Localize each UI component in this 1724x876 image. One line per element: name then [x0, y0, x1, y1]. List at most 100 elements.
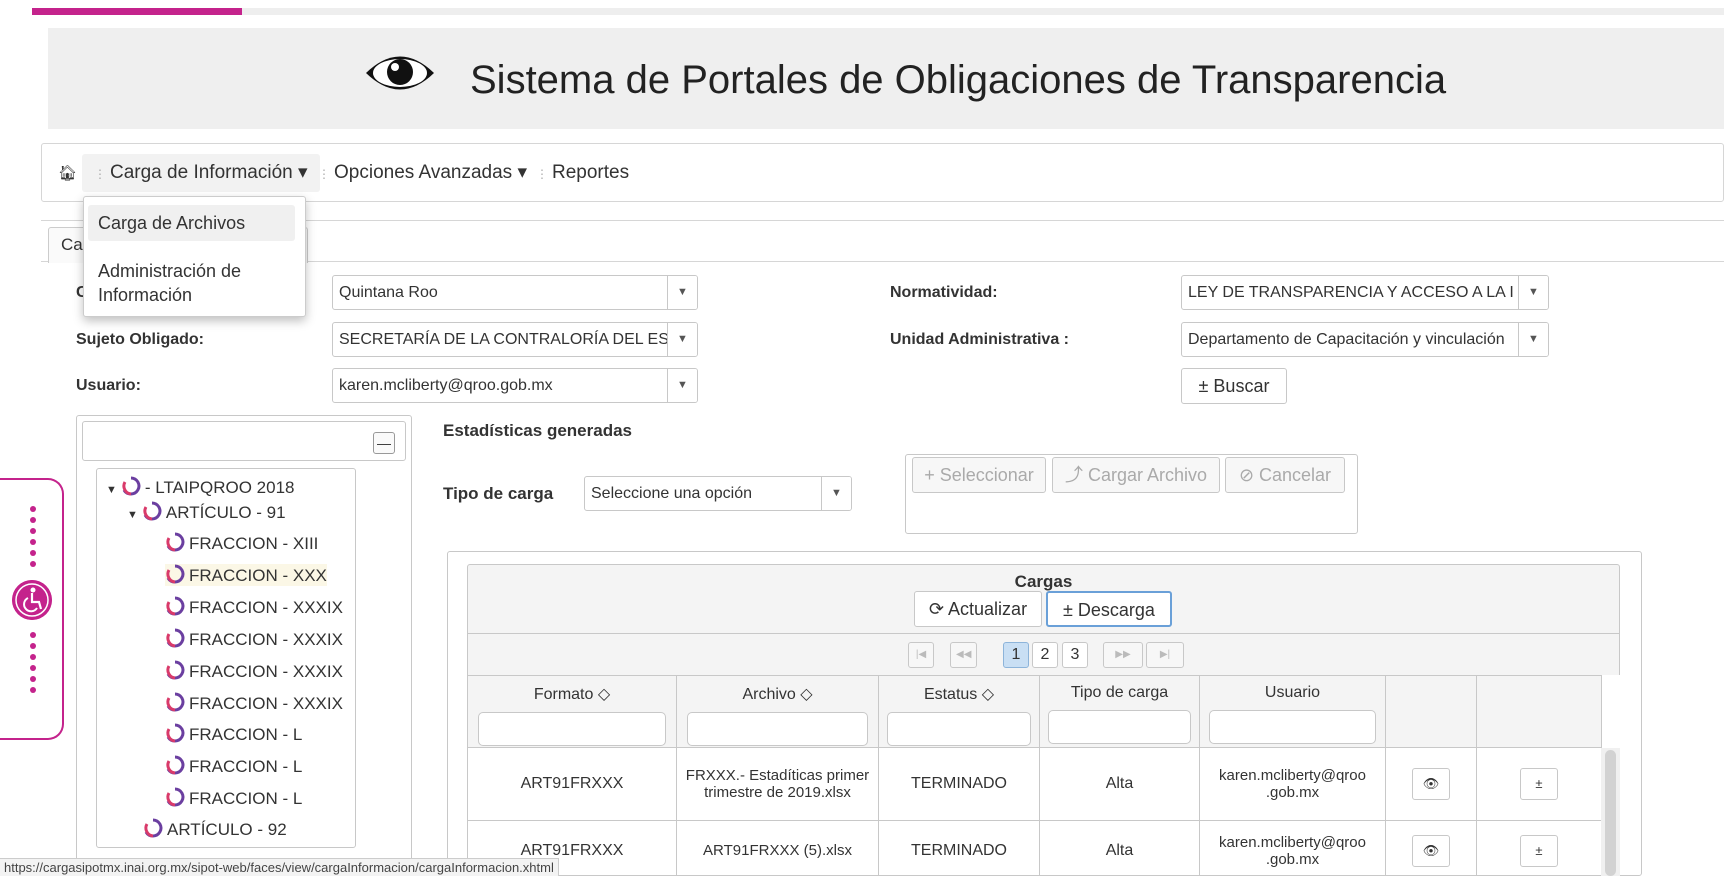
tree-node-articulo-91[interactable]: ▼ ARTÍCULO - 91: [127, 501, 286, 523]
filter-input[interactable]: [887, 712, 1031, 746]
unidad-administrativa-label: Unidad Administrativa :: [890, 331, 1069, 348]
next-page-icon[interactable]: ▶▶: [1103, 642, 1143, 668]
tree-node-fraccion-label: FRACCION - L: [189, 725, 303, 744]
top-line: [242, 8, 1724, 15]
unidad-administrativa-select[interactable]: Departamento de Capacitación y vinculaci…: [1181, 322, 1549, 357]
chevron-down-icon: ▼: [1518, 323, 1548, 356]
filter-input[interactable]: [478, 712, 666, 746]
descarga-button[interactable]: ± Descarga: [1046, 591, 1172, 627]
menu-reportes[interactable]: ⋮ Reportes: [524, 154, 641, 192]
carga-informacion-dropdown: Carga de Archivos Administración de Info…: [83, 196, 306, 317]
tree-node-fraccion-label: FRACCION - XXXIX: [189, 630, 343, 649]
cancelar-button[interactable]: ⊘ Cancelar: [1225, 457, 1345, 493]
download-icon[interactable]: ±: [1520, 834, 1558, 867]
page-title: Sistema de Portales de Obligaciones de T…: [470, 58, 1447, 102]
accessibility-widget[interactable]: [0, 478, 64, 740]
first-page-icon[interactable]: |◀: [908, 642, 934, 668]
column-header-estatus[interactable]: Estatus ◇: [878, 675, 1040, 748]
column-formato-label: Formato ◇: [533, 686, 611, 703]
column-header-usuario: Usuario: [1199, 675, 1386, 748]
tree-node-fraccion[interactable]: FRACCION - XXXIX: [165, 692, 343, 714]
pagination-bar: |◀ ◀◀ 1 2 3 ▶▶ ▶|: [467, 634, 1620, 675]
tree-node-fraccion[interactable]: FRACCION - XXXIX: [165, 596, 343, 618]
entidad-select[interactable]: Quintana Roo ▼: [332, 275, 698, 310]
tree-node-fraccion[interactable]: FRACCION - XXXIX: [165, 628, 343, 650]
dropdown-item-administracion-line1: Administración de: [98, 261, 242, 281]
org-logo-icon: [166, 564, 185, 584]
usuario-value: karen.mcliberty@qroo.gob.mx: [339, 377, 553, 394]
seleccionar-button[interactable]: + Seleccionar: [912, 457, 1046, 493]
cell-download: ±: [1476, 747, 1602, 821]
tree-node-fraccion[interactable]: FRACCION - L: [165, 755, 302, 777]
last-page-icon[interactable]: ▶|: [1146, 642, 1184, 668]
usuario-select[interactable]: karen.mcliberty@qroo.gob.mx ▼: [332, 368, 698, 403]
table-row: ART91FRXXX FRXXX.- Estadíticas primer tr…: [467, 747, 1602, 821]
column-header-download: [1476, 675, 1602, 748]
tree-node-root-label: - LTAIPQROO 2018: [144, 478, 295, 497]
cell-usuario: karen.mcliberty@qroo .gob.mx: [1199, 747, 1386, 821]
menu-reportes-label: Reportes: [552, 162, 630, 183]
org-logo-icon: [166, 723, 185, 743]
normatividad-select[interactable]: LEY DE TRANSPARENCIA Y ACCESO A LA I ▼: [1181, 275, 1549, 310]
tree-node-root[interactable]: ▼ - LTAIPQROO 2018: [106, 476, 294, 498]
tree-node-fraccion[interactable]: FRACCION - XIII: [165, 532, 318, 554]
tipo-carga-select[interactable]: Seleccione una opción ▼: [584, 476, 852, 511]
page-2[interactable]: 2: [1032, 642, 1058, 668]
chevron-down-icon: ▼: [821, 477, 851, 510]
filter-input[interactable]: [1047, 710, 1192, 744]
chevron-down-icon: ▼: [1518, 276, 1548, 309]
dots-decoration: [30, 506, 36, 572]
actualizar-button[interactable]: ⟳ Actualizar: [914, 591, 1042, 627]
filter-input[interactable]: [1209, 710, 1376, 744]
cell-estatus: TERMINADO: [878, 747, 1040, 821]
buscar-button[interactable]: ± Buscar: [1181, 368, 1287, 404]
unidad-administrativa-value: Departamento de Capacitación y vinculaci…: [1188, 331, 1505, 348]
sujeto-obligado-select[interactable]: SECRETARÍA DE LA CONTRALORÍA DEL ES ▼: [332, 322, 698, 357]
menu-opciones-avanzadas[interactable]: ⋮ Opciones Avanzadas ▾: [306, 154, 539, 192]
tree-node-fraccion-label: FRACCION - XXXIX: [189, 598, 343, 617]
view-eye-icon[interactable]: 👁︎: [1412, 834, 1450, 867]
org-logo-icon: [166, 755, 185, 775]
tree-node-fraccion[interactable]: FRACCION - L: [165, 787, 302, 809]
status-url: https://cargasipotmx.inai.org.mx/sipot-w…: [0, 858, 559, 876]
menu-carga-informacion[interactable]: ⋮ Carga de Información ▾: [82, 154, 320, 192]
dropdown-item-administracion[interactable]: Administración de Información: [88, 259, 295, 309]
column-usuario-label: Usuario: [1264, 684, 1321, 701]
scrollbar-thumb[interactable]: [1605, 750, 1616, 876]
tree-node-articulo-91-label: ARTÍCULO - 91: [165, 503, 286, 522]
caret-down-icon: ▼: [127, 509, 138, 521]
dots-decoration: [30, 632, 36, 698]
column-header-formato[interactable]: Formato ◇: [467, 675, 677, 748]
column-header-archivo[interactable]: Archivo ◇: [676, 675, 879, 748]
tree-node-articulo-92[interactable]: ARTÍCULO - 92: [143, 818, 287, 840]
home-icon[interactable]: 🏠︎: [58, 164, 77, 182]
grip-icon: ⋮: [536, 167, 548, 181]
dropdown-item-administracion-line2: Información: [98, 285, 193, 305]
tree-node-fraccion[interactable]: FRACCION - XXXIX: [165, 660, 343, 682]
org-logo-icon: [166, 532, 185, 552]
cargas-title: Cargas: [1014, 572, 1073, 591]
tree-node-fraccion-label: FRACCION - XXXIX: [189, 694, 343, 713]
page-1[interactable]: 1: [1003, 642, 1029, 668]
cargas-header: Cargas: [467, 564, 1620, 634]
caret-down-icon: ▼: [106, 484, 117, 496]
cell-archivo: FRXXX.- Estadíticas primer trimestre de …: [676, 747, 879, 821]
cell-tipo: Alta: [1039, 820, 1200, 876]
tree-node-fraccion-selected[interactable]: FRACCION - XXX: [165, 564, 327, 586]
collapse-icon[interactable]: —: [373, 432, 395, 454]
page-3[interactable]: 3: [1062, 642, 1088, 668]
accent-stripe: [32, 8, 242, 15]
org-logo-icon: [144, 818, 163, 838]
cargar-archivo-button[interactable]: ⤴ Cargar Archivo: [1052, 457, 1220, 493]
accessibility-icon[interactable]: [12, 580, 52, 620]
view-eye-icon[interactable]: 👁︎: [1412, 768, 1450, 800]
table-scrollbar[interactable]: [1601, 748, 1620, 876]
prev-page-icon[interactable]: ◀◀: [950, 642, 978, 668]
column-tipo-label: Tipo de carga: [1070, 684, 1169, 701]
tree-panel-header: —: [82, 421, 406, 461]
dropdown-item-carga-archivos[interactable]: Carga de Archivos: [88, 205, 295, 241]
filter-input[interactable]: [687, 712, 868, 746]
download-icon[interactable]: ±: [1520, 768, 1558, 800]
tree-node-fraccion[interactable]: FRACCION - L: [165, 723, 302, 745]
estadisticas-title: Estadísticas generadas: [443, 421, 632, 440]
